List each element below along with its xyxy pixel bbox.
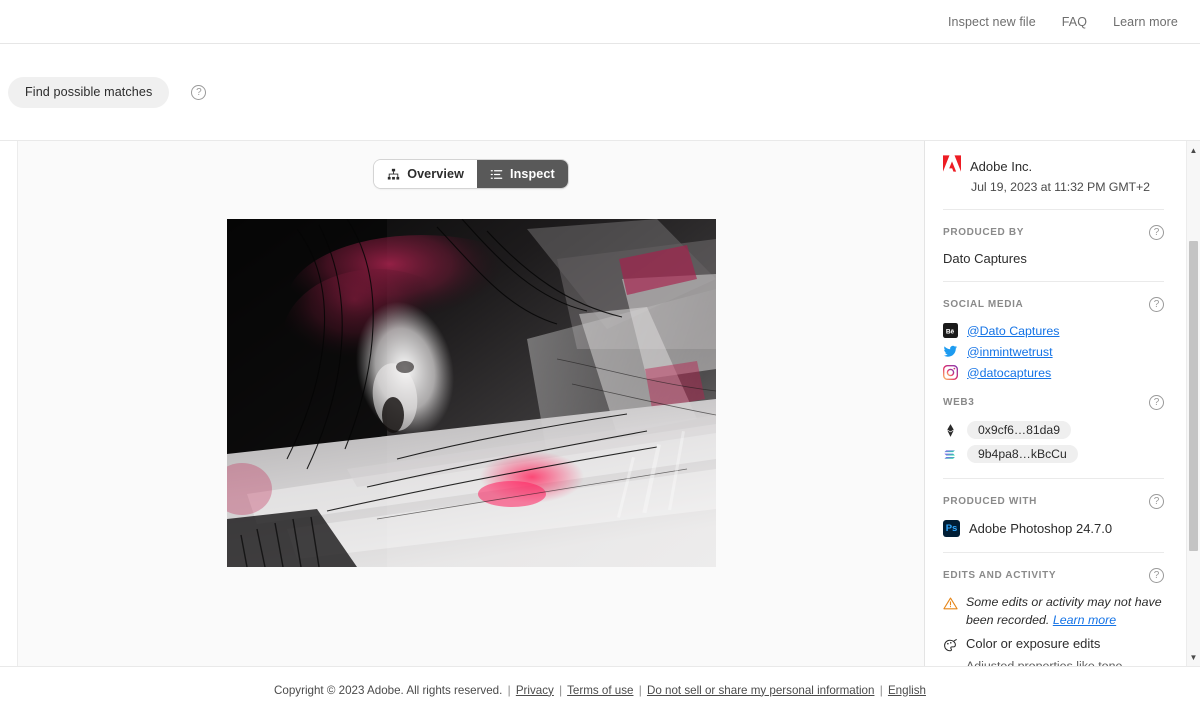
social-link-behance[interactable]: @Dato Captures [967,324,1059,338]
tab-inspect[interactable]: Inspect [477,160,568,188]
inspect-details-sidebar: Adobe Inc. Jul 19, 2023 at 11:32 PM GMT+… [925,141,1200,666]
view-mode-tabs: Overview Inspect [374,160,568,188]
footer-separator-2: | [559,683,563,697]
social-link-twitter[interactable]: @inmintwetrust [967,345,1053,359]
top-nav-links: Inspect new file FAQ Learn more [948,15,1178,29]
top-navigation-bar: Inspect new file FAQ Learn more [0,0,1200,44]
edits-warning-row: Some edits or activity may not have been… [943,594,1164,630]
divider-4 [943,552,1164,553]
footer-copyright: Copyright © 2023 Adobe. All rights reser… [274,683,503,697]
faq-link[interactable]: FAQ [1062,15,1087,29]
instagram-icon [942,364,959,381]
sidebar-scroll-content: Adobe Inc. Jul 19, 2023 at 11:32 PM GMT+… [925,141,1186,666]
find-matches-help-icon[interactable]: ? [191,84,207,100]
tab-overview[interactable]: Overview [374,160,477,188]
produced-with-label: Produced with [943,496,1038,507]
produced-by-header: Produced by ? [943,225,1164,240]
adobe-logo-icon [943,155,961,177]
action-bar: Find possible matches ? [0,44,1200,140]
web3-row-solana: 9b4pa8…kBcCu [943,445,1164,463]
produced-with-app-row: Ps Adobe Photoshop 24.7.0 [943,520,1164,537]
edits-activity-header: Edits and activity ? [943,568,1164,583]
social-media-header: Social media ? [943,297,1164,312]
do-not-sell-link[interactable]: Do not sell or share my personal informa… [647,684,874,697]
main-content-area: Overview Inspect Adobe Inc. Jul 19, 2023… [0,140,1200,667]
scroll-up-arrow-icon[interactable]: ▲ [1187,143,1200,157]
web3-address-solana[interactable]: 9b4pa8…kBcCu [967,445,1078,463]
social-row-instagram: @datocaptures [942,364,1164,381]
web3-address-ethereum[interactable]: 0x9cf6…81da9 [967,421,1071,439]
produced-by-value: Dato Captures [943,251,1027,266]
tab-overview-label: Overview [407,167,464,181]
photoshop-icon: Ps [943,520,960,537]
find-possible-matches-button[interactable]: Find possible matches [8,76,170,108]
sidebar-scrollbar[interactable]: ▲ ▼ [1186,141,1200,666]
hierarchy-icon [387,168,400,181]
tab-inspect-label: Inspect [510,167,555,181]
divider-3 [943,478,1164,479]
color-palette-icon [943,638,958,653]
divider-1 [943,209,1164,210]
warning-triangle-icon [943,596,958,611]
edits-activity-label: Edits and activity [943,570,1057,581]
twitter-icon [943,344,958,359]
produced-with-header: Produced with ? [943,494,1164,509]
learn-more-link[interactable]: Learn more [1113,15,1178,29]
social-media-help-icon[interactable]: ? [1149,297,1164,312]
footer-text: Copyright © 2023 Adobe. All rights reser… [274,684,926,697]
ethereum-icon [943,423,958,438]
footer-separator-3: | [638,683,642,697]
svg-text:Bē: Bē [946,328,955,335]
privacy-link[interactable]: Privacy [516,684,554,697]
edits-activity-help-icon[interactable]: ? [1149,568,1164,583]
web3-help-icon[interactable]: ? [1149,395,1164,410]
edits-warning-text: Some edits or activity may not have been… [966,594,1164,630]
produced-by-help-icon[interactable]: ? [1149,225,1164,240]
produced-with-help-icon[interactable]: ? [1149,494,1164,509]
edit-entry-color-exposure: Color or exposure edits [943,635,1164,653]
inspect-new-file-link[interactable]: Inspect new file [948,15,1036,29]
edit-entry-title: Color or exposure edits [966,635,1101,651]
edit-entry-text: Color or exposure edits [966,635,1100,653]
web3-label: Web3 [943,397,975,408]
web3-row-ethereum: 0x9cf6…81da9 [943,421,1164,439]
produced-by-label: Produced by [943,227,1025,238]
language-link[interactable]: English [888,684,926,697]
terms-of-use-link[interactable]: Terms of use [567,684,633,697]
social-media-label: Social media [943,299,1024,310]
owner-date: Jul 19, 2023 at 11:32 PM GMT+2 [971,180,1150,194]
edge-ghost-icon [2,163,10,171]
preview-canvas: Overview Inspect [18,141,925,666]
social-row-twitter: @inmintwetrust [943,344,1164,359]
inspected-image[interactable] [226,219,716,567]
scrollbar-thumb[interactable] [1189,241,1198,551]
scroll-down-arrow-icon[interactable]: ▼ [1187,650,1200,664]
page-footer: Copyright © 2023 Adobe. All rights reser… [0,667,1200,713]
social-link-instagram[interactable]: @datocaptures [967,366,1051,380]
footer-separator-1: | [507,683,511,697]
edits-warning-learn-more-link[interactable]: Learn more [1053,613,1116,627]
edit-entry-description: Adjusted properties like tone, saturatio… [966,658,1126,666]
social-row-behance: Bē @Dato Captures [943,323,1164,338]
web3-header: Web3 ? [943,395,1164,410]
solana-icon [943,447,958,462]
produced-with-app-name: Adobe Photoshop 24.7.0 [969,521,1113,536]
behance-icon: Bē [943,323,958,338]
left-edge-strip [0,141,18,666]
list-icon [490,168,503,181]
owner-name: Adobe Inc. [970,158,1033,174]
footer-separator-4: | [879,683,883,697]
divider-2 [943,281,1164,282]
owner-row: Adobe Inc. [943,155,1164,177]
